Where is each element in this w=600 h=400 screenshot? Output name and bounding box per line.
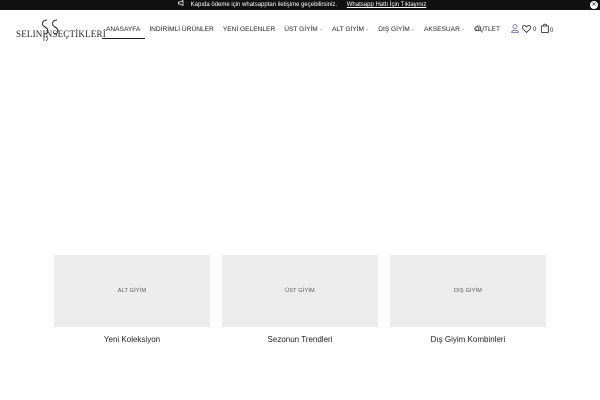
- wishlist-button[interactable]: [522, 24, 531, 33]
- category-image-label: ÜST GİYİM: [285, 288, 315, 294]
- nav-item-aksesuar[interactable]: AKSESUAR ⌄: [420, 22, 470, 36]
- category-title[interactable]: Yeni Koleksiyon: [54, 335, 210, 344]
- announcement-message-wrap: Kapıda ödeme için whatsapptan iletişime …: [178, 0, 426, 10]
- announcement-bar: Kapıda ödeme için whatsapptan iletişime …: [0, 0, 600, 10]
- nav-item-yeni-gelenler[interactable]: YENİ GELENLER: [219, 22, 280, 36]
- whatsapp-link[interactable]: Whatsapp Hattı İçin Tıklayınız: [347, 2, 427, 8]
- category-image[interactable]: ÜST GİYİM: [222, 255, 378, 327]
- main-nav: ANASAYFA İNDİRİMLİ ÜRÜNLER YENİ GELENLER…: [102, 22, 505, 39]
- category-image-label: ALT GİYİM: [117, 288, 147, 294]
- account-button[interactable]: [510, 24, 519, 33]
- megaphone-icon: [178, 0, 185, 10]
- close-icon: ✕: [591, 2, 597, 8]
- nav-item-label: DIŞ GİYİM: [378, 25, 410, 33]
- nav-item-indirimli-urunler[interactable]: İNDİRİMLİ ÜRÜNLER: [145, 22, 218, 36]
- chevron-down-icon: ⌄: [410, 26, 415, 32]
- bag-icon: [540, 23, 549, 33]
- nav-item-ust-giyim[interactable]: ÜST GİYİM ⌄: [280, 22, 328, 36]
- logo-text: SELININSEÇTİKLERİ: [16, 29, 106, 39]
- category-card-ust-giyim[interactable]: ÜST GİYİM Sezonun Trendleri: [222, 255, 378, 344]
- category-image-label: DIŞ GİYİM: [453, 288, 483, 294]
- heart-icon: [522, 24, 531, 33]
- nav-item-label: İNDİRİMLİ ÜRÜNLER: [149, 25, 214, 33]
- announcement-text: Kapıda ödeme için whatsapptan iletişime …: [190, 2, 338, 8]
- chevron-down-icon: ⌄: [318, 26, 324, 32]
- nav-item-label: ÜST GİYİM: [284, 25, 318, 33]
- category-card-dis-giyim[interactable]: DIŞ GİYİM Dış Giyim Kombinleri: [390, 255, 546, 344]
- nav-item-alt-giyim[interactable]: ALT GİYİM ⌄: [328, 22, 374, 36]
- search-button[interactable]: [474, 24, 483, 33]
- site-logo[interactable]: SELININSEÇTİKLERİ: [16, 19, 106, 43]
- wishlist-count: 0: [533, 27, 537, 33]
- close-announcement-button[interactable]: ✕: [590, 1, 598, 9]
- chevron-down-icon: ⌄: [365, 26, 370, 32]
- site-header: SELININSEÇTİKLERİ ANASAYFA İNDİRİMLİ ÜRÜ…: [0, 10, 600, 50]
- category-image[interactable]: DIŞ GİYİM: [390, 255, 546, 327]
- category-image[interactable]: ALT GİYİM: [54, 255, 210, 327]
- search-icon: [474, 24, 483, 33]
- nav-item-anasayfa[interactable]: ANASAYFA: [102, 22, 146, 39]
- cart-count: 0: [550, 28, 554, 34]
- nav-item-label: YENİ GELENLER: [222, 25, 276, 33]
- user-icon: [510, 24, 519, 33]
- nav-item-label: AKSESUAR: [423, 25, 460, 33]
- nav-item-label: ANASAYFA: [106, 25, 141, 33]
- chevron-down-icon: ⌄: [460, 26, 466, 32]
- category-title[interactable]: Dış Giyim Kombinleri: [390, 335, 546, 344]
- cart-button[interactable]: [540, 23, 549, 33]
- category-card-alt-giyim[interactable]: ALT GİYİM Yeni Koleksiyon: [54, 255, 210, 344]
- category-title[interactable]: Sezonun Trendleri: [222, 335, 378, 344]
- nav-item-dis-giyim[interactable]: DIŞ GİYİM ⌄: [374, 22, 420, 36]
- nav-item-label: ALT GİYİM: [332, 25, 365, 33]
